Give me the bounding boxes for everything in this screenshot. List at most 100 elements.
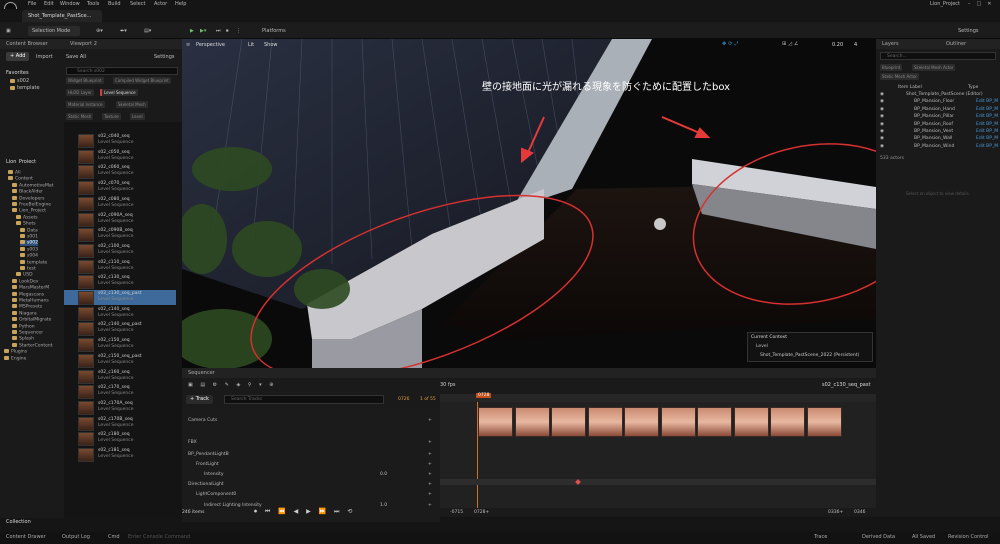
show-button[interactable]: Show (264, 42, 278, 48)
asset-filter-chip[interactable]: Material Instance (66, 101, 105, 108)
add-key-icon[interactable]: + (428, 490, 432, 500)
range-start-2[interactable]: 0728+ (474, 510, 489, 515)
level-dropdown[interactable]: Shot_Template_PastScene_2022 (Persistent… (760, 353, 859, 358)
track-row[interactable]: FrontLight + (182, 460, 440, 470)
outliner-row[interactable]: ◉ BP_Mansion_Wind Edit BP_M (876, 143, 1000, 150)
tree-folder[interactable]: Python (12, 323, 35, 329)
transform-tools-icon[interactable]: ✥⟳⤢ (722, 41, 740, 47)
cmd-dropdown[interactable]: Cmd (108, 534, 120, 540)
trace-button[interactable]: Trace (814, 534, 827, 540)
tree-folder[interactable]: s004 (20, 253, 38, 259)
tree-folder[interactable]: OrbitalMigrate (12, 317, 51, 323)
window-controls-icon[interactable]: –□✕ (968, 1, 997, 7)
camera-cut-thumbnail[interactable] (587, 407, 623, 437)
level-tab[interactable]: Shot_Template_PastSce... (22, 10, 102, 22)
console-input[interactable]: Enter Console Command (128, 534, 190, 540)
outliner-row[interactable]: ◉ Shot_Template_PastScene (Editor) (876, 91, 1000, 98)
tree-folder[interactable]: template (20, 259, 47, 265)
outliner-filter-skeletal[interactable]: Skeletal Mesh Actor (912, 64, 956, 71)
menu-build[interactable]: Build (108, 1, 121, 7)
favorites-header[interactable]: Favorites (6, 70, 29, 76)
save-icon[interactable]: ▣ (6, 26, 11, 36)
camera-cut-thumbnail[interactable] (697, 407, 732, 437)
asset-row[interactable]: s02_c150_seq Level Sequence (64, 337, 176, 353)
content-browser-tab[interactable]: Content Browser (6, 41, 48, 47)
all-saved-indicator[interactable]: All Saved (912, 534, 935, 540)
asset-row[interactable]: s02_c170A_seq Level Sequence (64, 400, 176, 415)
tree-folder[interactable]: s001 (20, 234, 38, 240)
outliner-item-type[interactable]: Edit BP_M (976, 113, 998, 120)
outliner-item-type[interactable]: Edit BP_M (976, 121, 998, 128)
outliner-search-input[interactable]: Search... (880, 52, 996, 60)
tree-folder[interactable]: s002 (20, 240, 38, 246)
outliner-filter-static[interactable]: Static Mesh Actor (880, 73, 920, 80)
asset-row[interactable]: s02_c060_seq Level Sequence (64, 164, 176, 180)
collections-header[interactable]: Collection (6, 519, 31, 525)
tree-folder[interactable]: AutomotiveMat (12, 182, 53, 188)
add-actor-icon[interactable]: ⊕▾ (96, 26, 103, 36)
tree-folder[interactable]: Developers (12, 195, 45, 201)
snap-tools-icon[interactable]: ⊞◿∠ (782, 41, 801, 47)
camera-cut-thumbnail[interactable] (478, 407, 513, 437)
viewport-2-tab[interactable]: Viewport 2 (70, 39, 97, 49)
asset-row[interactable]: s02_c050_seq Level Sequence (64, 149, 176, 164)
outliner-item-type[interactable]: Edit BP_M (976, 135, 998, 142)
menu-actor[interactable]: Actor (154, 1, 167, 7)
tree-folder[interactable]: test (20, 266, 36, 272)
camera-cut-thumbnail[interactable] (733, 407, 769, 437)
track-row[interactable]: LightComponent0 + (182, 490, 440, 500)
visibility-eye-icon[interactable]: ◉ (880, 135, 884, 142)
outliner-item-type[interactable]: Edit BP_M (976, 128, 998, 135)
revision-control-button[interactable]: Revision Control (948, 534, 989, 540)
range-start[interactable]: -0715 (450, 510, 463, 515)
cinematics-icon[interactable]: ▤▾ (144, 26, 151, 36)
asset-row[interactable]: s02_c070_seq Level Sequence (64, 180, 176, 196)
cb-settings-button[interactable]: Settings (154, 54, 175, 60)
asset-row[interactable]: s02_c110_seq Level Sequence (64, 259, 176, 274)
asset-filter-chip[interactable]: Widget Blueprint (66, 77, 104, 84)
perspective-button[interactable]: Perspective (196, 42, 225, 48)
track-row[interactable]: Intensity + (182, 470, 440, 480)
asset-row[interactable]: s02_c160_seq Level Sequence (64, 369, 176, 384)
outliner-tab[interactable]: Outliner (946, 39, 966, 49)
menu-select[interactable]: Select (130, 1, 145, 7)
derived-data-button[interactable]: Derived Data (862, 534, 895, 540)
menu-help[interactable]: Help (175, 1, 186, 7)
asset-row[interactable]: s02_c181_seq Level Sequence (64, 447, 176, 462)
tree-folder[interactable]: Megascans (12, 291, 44, 297)
layers-tab[interactable]: Layers (882, 41, 899, 47)
tree-folder[interactable]: StarterContent (12, 342, 53, 348)
tree-folder[interactable]: FreeBelEngine (12, 202, 51, 208)
add-key-icon[interactable]: + (428, 416, 432, 426)
asset-filter-chip[interactable]: Compiled Widget Blueprint (113, 77, 171, 84)
camera-cut-thumbnail[interactable] (660, 407, 696, 437)
current-frame[interactable]: 0726 (398, 397, 409, 402)
tree-folder[interactable]: BlackAlder (12, 189, 43, 195)
asset-filter-chip[interactable]: Skeletal Mesh (116, 101, 148, 108)
add-button[interactable]: + Add (6, 52, 30, 61)
lit-button[interactable]: Lit (248, 42, 254, 48)
add-key-icon[interactable]: + (428, 438, 432, 448)
item-label-header[interactable]: Item Label (898, 85, 922, 90)
tree-folder[interactable]: MSPresets (12, 304, 42, 310)
tree-folder[interactable]: Sequencer (12, 330, 43, 336)
asset-row[interactable]: s02_c150_seq_past Level Sequence (64, 353, 176, 368)
tree-folder[interactable]: Shots (16, 221, 36, 227)
more-play-icon[interactable]: ⋮ (236, 26, 241, 36)
settings-dropdown[interactable]: Settings (958, 26, 979, 36)
save-all-button[interactable]: Save All (66, 54, 86, 60)
asset-row[interactable]: s02_c140_seq Level Sequence (64, 306, 176, 321)
tree-folder[interactable]: MarsMasterM (12, 285, 49, 291)
outliner-row[interactable]: ◉ BP_Mansion_Vent Edit BP_M (876, 128, 1000, 135)
step-icon[interactable]: ⏭ (216, 26, 221, 36)
indirect-intensity-value[interactable]: 1.0 (380, 501, 387, 511)
outliner-row[interactable]: ◉ BP_Mansion_Wall Edit BP_M (876, 135, 1000, 142)
sequencer-toolbar-icons[interactable]: ▣ ▤ ⚙ ✎ ◈ ⚲ ▾ ⊕ (188, 382, 276, 388)
visibility-eye-icon[interactable]: ◉ (880, 113, 884, 120)
range-end-2[interactable]: 0346 (854, 510, 865, 515)
favorite-s002[interactable]: s002 (10, 78, 29, 84)
tree-folder[interactable]: MetaHumans (12, 298, 49, 304)
viewport-layout-count[interactable]: 4 (854, 42, 857, 48)
visibility-eye-icon[interactable]: ◉ (880, 106, 884, 113)
tree-folder[interactable]: Niagara (12, 310, 37, 316)
